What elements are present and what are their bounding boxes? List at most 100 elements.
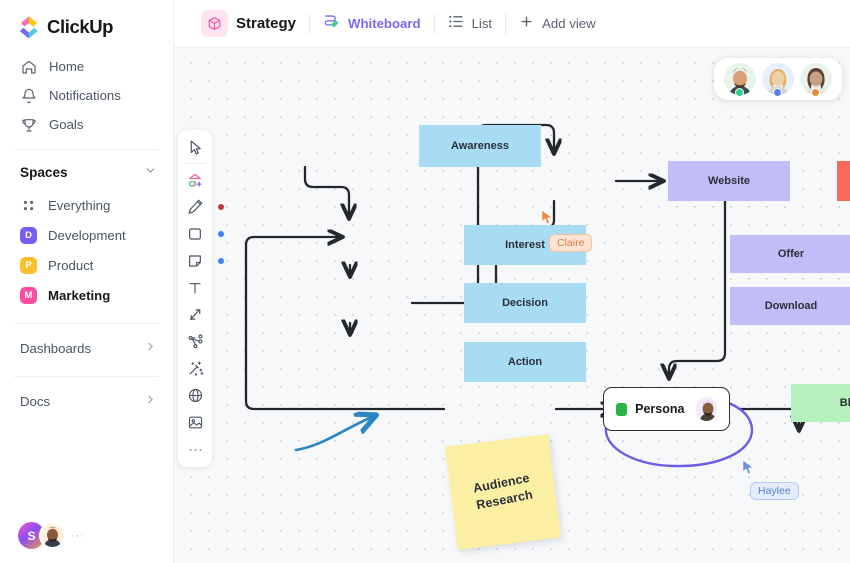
more-tools-icon[interactable] — [180, 436, 210, 463]
ellipsis-icon[interactable]: ··· — [71, 530, 85, 542]
cube-icon — [201, 10, 228, 37]
tab-label: Whiteboard — [348, 16, 421, 31]
node-awareness[interactable]: Awareness — [419, 125, 541, 167]
trophy-icon — [20, 116, 37, 133]
whiteboard-toolbar — [178, 130, 212, 467]
shapes-tool[interactable] — [180, 166, 210, 193]
page-title: Strategy — [236, 15, 296, 32]
add-view-button[interactable]: Add view — [506, 11, 609, 37]
sidebar-item-notifications[interactable]: Notifications — [0, 81, 173, 110]
node-label: Action — [508, 356, 542, 368]
sidebar-item-label: Dashboards — [20, 341, 91, 356]
chevron-right-icon — [144, 340, 157, 356]
select-tool[interactable] — [180, 134, 210, 161]
node-label: Decision — [502, 297, 548, 309]
clickup-app: ClickUp Home Notifications Goals Spaces — [0, 0, 850, 563]
tab-list[interactable]: List — [435, 11, 506, 37]
sidebar-item-development[interactable]: D Development — [0, 220, 173, 250]
cursor-haylee — [741, 459, 756, 481]
sidebar-item-home[interactable]: Home — [0, 52, 173, 81]
sidebar-item-label: Marketing — [48, 288, 110, 303]
node-download[interactable]: Download — [730, 287, 850, 325]
grid-dots-icon — [20, 197, 37, 214]
sidebar-item-label: Everything — [48, 198, 110, 213]
status-dot — [773, 88, 782, 97]
toolbar-divider — [184, 163, 206, 164]
cursor-icon — [540, 209, 555, 226]
brand-logo[interactable]: ClickUp — [0, 0, 173, 52]
cursor-icon — [741, 459, 756, 476]
collaborators-pill — [714, 58, 842, 100]
sidebar-item-docs[interactable]: Docs — [0, 383, 173, 419]
node-homepage[interactable]: Homepage — [837, 161, 850, 201]
sidebar-item-label: Home — [49, 59, 84, 74]
globe-icon[interactable] — [180, 382, 210, 409]
sticky-color-indicator — [218, 258, 224, 264]
image-icon[interactable] — [180, 409, 210, 436]
sidebar: ClickUp Home Notifications Goals Spaces — [0, 0, 174, 563]
pen-color-indicator — [218, 204, 224, 210]
spaces-section-header[interactable]: Spaces — [0, 150, 173, 190]
space-avatar-marketing: M — [20, 287, 37, 304]
avatar-collaborator-1[interactable] — [724, 63, 756, 95]
avatar-collaborator-2[interactable] — [762, 63, 794, 95]
clickup-logo-icon — [18, 16, 40, 38]
board-title-group[interactable]: Strategy — [188, 11, 309, 37]
list-icon — [448, 14, 464, 34]
tab-label: List — [472, 16, 493, 31]
node-offer[interactable]: Offer — [730, 235, 850, 273]
topbar: Strategy Whiteboard List — [174, 0, 850, 48]
sticky-to-persona-arrow — [296, 416, 374, 450]
whiteboard-canvas[interactable]: Awareness Interest Decision Action Websi… — [174, 48, 850, 563]
plus-icon — [519, 14, 534, 34]
sticky-note-audience-research[interactable]: Audience Research — [445, 434, 561, 550]
status-dot — [735, 88, 744, 97]
node-blog[interactable]: Blog — [791, 384, 850, 422]
sidebar-item-marketing[interactable]: M Marketing — [0, 280, 173, 310]
avatar-collaborator-3[interactable] — [800, 63, 832, 95]
whiteboard-icon — [323, 14, 340, 34]
pen-tool[interactable] — [180, 193, 210, 220]
node-label: Offer — [778, 248, 804, 260]
rectangle-tool[interactable] — [180, 220, 210, 247]
spaces-label: Spaces — [20, 165, 68, 180]
node-label: Blog — [840, 397, 850, 409]
text-tool[interactable] — [180, 274, 210, 301]
chevron-down-icon[interactable] — [144, 164, 157, 180]
status-dot — [811, 88, 820, 97]
persona-avatar — [696, 397, 717, 421]
magic-wand-icon[interactable] — [180, 355, 210, 382]
cursor-claire — [540, 209, 555, 231]
sidebar-item-everything[interactable]: Everything — [0, 190, 173, 220]
sidebar-item-label: Notifications — [49, 88, 121, 103]
user-avatar[interactable] — [39, 522, 66, 549]
sidebar-user-avatars[interactable]: S ··· — [18, 522, 85, 549]
node-action[interactable]: Action — [464, 342, 586, 382]
sidebar-item-product[interactable]: P Product — [0, 250, 173, 280]
sticky-note-text: Audience Research — [449, 466, 558, 519]
node-persona[interactable]: Persona — [603, 387, 730, 431]
add-view-label: Add view — [542, 16, 596, 31]
sidebar-divider-2 — [14, 323, 159, 324]
main-area: Strategy Whiteboard List — [174, 0, 850, 563]
home-icon — [20, 58, 37, 75]
node-website[interactable]: Website — [668, 161, 790, 201]
status-chip — [616, 403, 627, 416]
brand-name: ClickUp — [47, 16, 113, 38]
sidebar-item-label: Docs — [20, 394, 50, 409]
sidebar-item-goals[interactable]: Goals — [0, 110, 173, 139]
node-label: Website — [708, 175, 750, 187]
sidebar-divider-3 — [14, 376, 159, 377]
connector-tool[interactable] — [180, 301, 210, 328]
node-decision[interactable]: Decision — [464, 283, 586, 323]
rectangle-color-indicator — [218, 231, 224, 237]
sidebar-item-label: Goals — [49, 117, 83, 132]
sticky-note-tool[interactable] — [180, 247, 210, 274]
cursor-label-claire: Claire — [549, 234, 592, 252]
cursor-label-haylee: Haylee — [750, 482, 799, 500]
mindmap-tool[interactable] — [180, 328, 210, 355]
sidebar-item-dashboards[interactable]: Dashboards — [0, 330, 173, 366]
tab-whiteboard[interactable]: Whiteboard — [310, 11, 434, 37]
sidebar-item-label: Development — [48, 228, 126, 243]
chevron-right-icon — [144, 393, 157, 409]
